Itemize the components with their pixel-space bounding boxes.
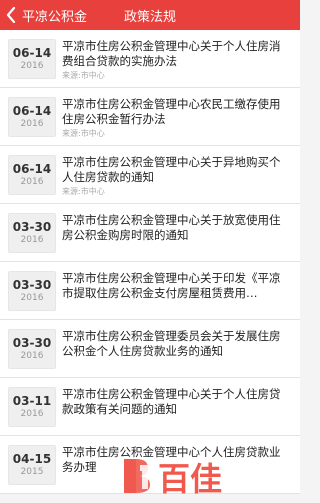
date-month-day: 04-15 (12, 452, 52, 466)
list-item[interactable]: 03-30 2016 平凉市住房公积金管理中心关于印发《平凉市提取住房公积金支付… (0, 262, 300, 320)
date-month-day: 03-30 (12, 220, 52, 234)
list-item[interactable]: 03-30 2016 平凉市住房公积金管理委员会关于发展住房公积金个人住房贷款业… (0, 320, 300, 378)
date-month-day: 03-30 (12, 278, 52, 292)
item-title: 平凉市住房公积金管理中心关于异地购买个人住房贷款的通知 (62, 155, 281, 184)
date-badge: 03-30 2016 (8, 329, 56, 369)
chevron-left-icon (6, 0, 20, 30)
back-label: 平凉公积金 (22, 9, 88, 25)
item-title: 平凉市住房公积金管理中心农民工缴存使用住房公积金暂行办法 (62, 97, 281, 126)
date-badge: 06-14 2016 (8, 97, 56, 137)
item-title: 平凉市住房公积金管理中心关于印发《平凉市提取住房公积金支付房屋租赁费用… (62, 271, 281, 300)
date-month-day: 06-14 (12, 104, 52, 118)
list-item[interactable]: 04-15 2015 平凉市住房公积金管理中心个人住房贷款业务办理 (0, 436, 300, 494)
item-title: 平凉市住房公积金管理中心关于个人住房贷款政策有关问题的通知 (62, 387, 281, 416)
date-badge: 06-14 2016 (8, 155, 56, 195)
policy-list[interactable]: 06-14 2016 平凉市住房公积金管理中心关于个人住房消费组合贷款的实施办法… (0, 30, 300, 500)
date-year: 2016 (20, 119, 44, 129)
date-badge: 06-14 2016 (8, 39, 56, 79)
date-year: 2016 (20, 61, 44, 71)
date-year: 2015 (20, 467, 44, 477)
navigation-bar: 平凉公积金 政策法规 (0, 0, 300, 30)
item-source: 来源:市中心 (62, 71, 105, 80)
date-year: 2016 (20, 177, 44, 187)
item-title: 平凉市住房公积金管理中心关于个人住房消费组合贷款的实施办法 (62, 39, 281, 68)
date-month-day: 03-30 (12, 336, 52, 350)
back-button[interactable]: 平凉公积金 (0, 0, 87, 30)
date-badge: 03-11 2016 (8, 387, 56, 427)
item-source: 来源:市中心 (62, 187, 105, 196)
date-year: 2016 (20, 351, 44, 361)
list-item[interactable]: 06-14 2016 平凉市住房公积金管理中心关于个人住房消费组合贷款的实施办法… (0, 30, 300, 88)
list-item[interactable]: 06-14 2016 平凉市住房公积金管理中心农民工缴存使用住房公积金暂行办法 … (0, 88, 300, 146)
item-source: 来源:市中心 (62, 129, 105, 138)
date-year: 2016 (20, 409, 44, 419)
list-item[interactable]: 03-11 2016 平凉市住房公积金管理中心关于个人住房贷款政策有关问题的通知 (0, 378, 300, 436)
date-month-day: 06-14 (12, 162, 52, 176)
date-badge: 03-30 2016 (8, 213, 56, 253)
item-title: 平凉市住房公积金管理中心关于放宽使用住房公积金购房时限的通知 (62, 213, 281, 242)
date-badge: 03-30 2016 (8, 271, 56, 311)
date-year: 2016 (20, 293, 44, 303)
item-title: 平凉市住房公积金管理中心个人住房贷款业务办理 (62, 445, 281, 474)
date-year: 2016 (20, 235, 44, 245)
list-item[interactable]: 03-30 2016 平凉市住房公积金管理中心关于放宽使用住房公积金购房时限的通… (0, 204, 300, 262)
date-month-day: 06-14 (12, 46, 52, 60)
date-badge: 04-15 2015 (8, 445, 56, 485)
item-title: 平凉市住房公积金管理委员会关于发展住房公积金个人住房贷款业务的通知 (62, 329, 281, 358)
list-item[interactable]: 06-14 2016 平凉市住房公积金管理中心关于异地购买个人住房贷款的通知 来… (0, 146, 300, 204)
date-month-day: 03-11 (12, 394, 52, 408)
